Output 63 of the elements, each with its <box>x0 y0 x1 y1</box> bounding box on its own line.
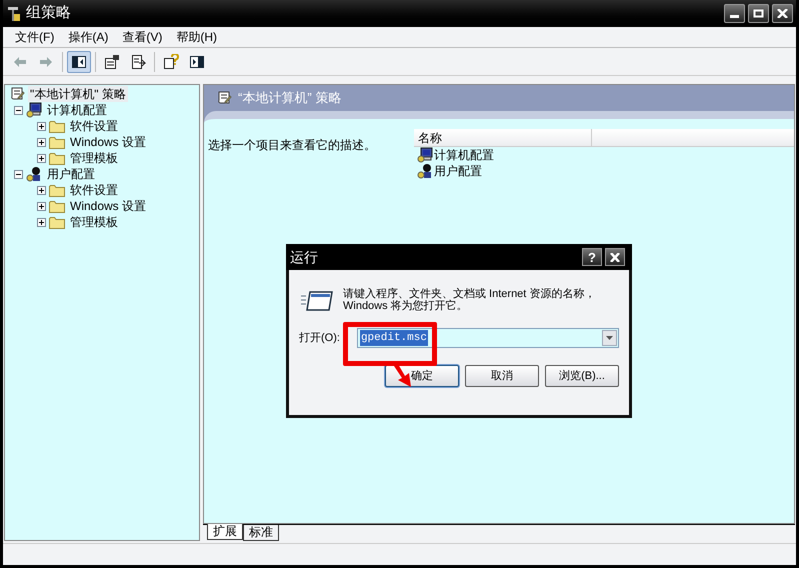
tree-pane-icon <box>71 54 87 70</box>
maximize-icon <box>753 9 764 18</box>
folder-icon <box>49 152 65 164</box>
app-icon <box>6 6 22 22</box>
tree-item[interactable]: Windows 设置 <box>68 198 148 214</box>
description-text: 选择一个项目来查看它的描述。 <box>208 138 376 152</box>
scroll-icon <box>9 86 25 102</box>
maximize-button[interactable] <box>748 4 769 23</box>
folder-icon <box>49 184 65 196</box>
view-tab[interactable]: 标准 <box>243 525 279 541</box>
menu-item[interactable]: 文件(F) <box>9 28 60 46</box>
menu-item[interactable]: 查看(V) <box>116 28 168 46</box>
folder-icon <box>49 216 65 228</box>
scroll-icon <box>216 90 232 106</box>
open-label: 打开(O): <box>299 330 340 346</box>
folder-icon <box>49 120 65 132</box>
command-combobox[interactable]: gpedit.msc <box>356 328 619 348</box>
tree-pane-icon-button[interactable] <box>67 50 91 72</box>
tree-item[interactable]: Windows 设置 <box>68 134 148 150</box>
user-icon <box>417 163 433 179</box>
expand-icon[interactable] <box>37 218 46 226</box>
collapse-icon[interactable] <box>14 170 23 178</box>
close-button[interactable] <box>772 4 793 23</box>
panel-header: “本地计算机” 策略 <box>238 89 342 108</box>
dialog-title: 运行 <box>290 248 318 266</box>
command-value: gpedit.msc <box>360 330 428 346</box>
folder-icon <box>49 200 65 212</box>
export-list-icon <box>130 54 146 70</box>
dialog-button[interactable]: 取消 <box>465 365 539 387</box>
tree-item[interactable]: 用户配置 <box>45 166 97 182</box>
folder-icon <box>49 136 65 148</box>
tree-item[interactable]: 管理模板 <box>68 150 120 166</box>
run-window-icon <box>301 290 333 312</box>
close-icon <box>777 9 788 18</box>
tree-item[interactable]: 软件设置 <box>68 182 120 198</box>
menu-item[interactable]: 操作(A) <box>62 28 114 46</box>
action-pane-icon <box>189 54 205 70</box>
properties-icon <box>104 54 120 70</box>
close-button[interactable] <box>605 248 625 266</box>
dialog-button[interactable]: 浏览(B)... <box>545 365 619 387</box>
collapse-icon[interactable] <box>14 106 23 114</box>
expand-icon[interactable] <box>37 202 46 210</box>
dialog-message: 请键入程序、文件夹、文档或 Internet 资源的名称，Windows 将为您打开它。 <box>343 288 596 312</box>
help-icon <box>163 54 179 70</box>
tree-item[interactable]: 管理模板 <box>68 214 120 230</box>
list-item[interactable]: 计算机配置 <box>434 146 494 164</box>
expand-icon[interactable] <box>37 138 46 146</box>
close-icon <box>610 252 620 262</box>
help-button[interactable]: ? <box>582 248 602 266</box>
user-icon <box>26 166 42 182</box>
expand-icon[interactable] <box>37 122 46 130</box>
window-title: 组策略 <box>26 3 71 24</box>
computer-icon <box>417 147 433 163</box>
list-item[interactable]: 用户配置 <box>434 162 482 180</box>
computer-icon <box>26 102 42 118</box>
expand-icon[interactable] <box>37 154 46 162</box>
tree-item[interactable]: "本地计算机" 策略 <box>28 86 128 102</box>
view-tab[interactable]: 扩展 <box>207 524 243 540</box>
tree-item[interactable]: 软件设置 <box>68 118 120 134</box>
tree-item[interactable]: 计算机配置 <box>45 102 109 118</box>
minimize-button[interactable] <box>724 4 745 23</box>
menu-item[interactable]: 帮助(H) <box>170 28 223 46</box>
expand-icon[interactable] <box>37 186 46 194</box>
